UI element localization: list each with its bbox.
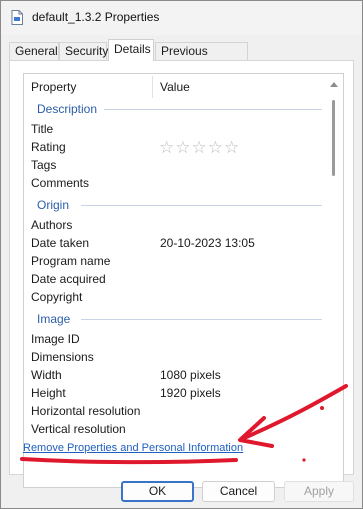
file-icon	[11, 10, 23, 25]
property-key: Date acquired	[31, 272, 106, 286]
property-row[interactable]: Width 1080 pixels	[24, 366, 324, 384]
ok-button[interactable]: OK	[121, 481, 194, 502]
list-header: Property Value	[24, 74, 324, 100]
property-row[interactable]: Tags	[24, 156, 324, 174]
tab-security[interactable]: Security	[59, 42, 108, 60]
column-header-value[interactable]: Value	[160, 80, 190, 94]
apply-button[interactable]: Apply	[284, 481, 354, 502]
property-key: Copyright	[31, 290, 83, 304]
property-row[interactable]: Dimensions	[24, 348, 324, 366]
column-header-property[interactable]: Property	[31, 80, 76, 94]
property-row[interactable]: Vertical resolution	[24, 420, 324, 438]
property-row[interactable]: Authors	[24, 216, 324, 234]
group-label-image: Image	[37, 312, 71, 326]
scroll-up-arrow-icon[interactable]	[330, 82, 338, 87]
property-row[interactable]: Date taken 20-10-2023 13:05	[24, 234, 324, 252]
property-key: Tags	[31, 158, 57, 172]
property-key: Title	[31, 122, 54, 136]
details-panel: Property Value Description Title Rating …	[9, 60, 354, 488]
property-row[interactable]: Horizontal resolution	[24, 402, 324, 420]
property-row[interactable]: Title	[24, 120, 324, 138]
property-row[interactable]: Image ID	[24, 330, 324, 348]
property-key: Date taken	[31, 236, 90, 250]
property-row[interactable]: Date acquired	[24, 270, 324, 288]
property-key: Image ID	[31, 332, 80, 346]
group-divider	[81, 205, 322, 206]
property-key: Program name	[31, 254, 111, 268]
tab-details[interactable]: Details	[108, 39, 154, 61]
property-key: Dimensions	[31, 350, 94, 364]
remove-properties-link[interactable]: Remove Properties and Personal Informati…	[23, 442, 243, 454]
group-label-origin: Origin	[37, 198, 70, 212]
group-divider	[81, 319, 322, 320]
property-value: 1080 pixels	[160, 368, 221, 382]
property-value: 1920 pixels	[160, 386, 221, 400]
property-key: Horizontal resolution	[31, 404, 141, 418]
rating-stars[interactable]: ☆☆☆☆☆	[159, 138, 240, 158]
column-divider[interactable]	[152, 76, 153, 98]
properties-list[interactable]: Property Value Description Title Rating …	[23, 73, 344, 488]
tab-general[interactable]: General	[9, 42, 59, 60]
property-row[interactable]: Program name	[24, 252, 324, 270]
property-row[interactable]: Rating ☆☆☆☆☆	[24, 138, 324, 158]
property-row[interactable]: Comments	[24, 174, 324, 192]
window-title: default_1.3.2 Properties	[32, 10, 160, 24]
property-key: Height	[31, 386, 66, 400]
property-key: Vertical resolution	[31, 422, 126, 436]
property-row[interactable]: Copyright	[24, 288, 324, 306]
property-key: Width	[31, 368, 62, 382]
tab-previous-versions[interactable]: Previous Versions	[155, 42, 248, 74]
property-value: 20-10-2023 13:05	[160, 236, 255, 250]
tab-strip: General Security Details Previous Versio…	[9, 39, 349, 74]
properties-window: default_1.3.2 Properties General Securit…	[0, 0, 363, 509]
title-bar[interactable]: default_1.3.2 Properties	[1, 1, 362, 35]
cancel-button[interactable]: Cancel	[202, 481, 275, 502]
scrollbar-thumb[interactable]	[332, 100, 335, 176]
group-divider	[104, 109, 322, 110]
property-key: Comments	[31, 176, 90, 190]
vertical-scrollbar[interactable]	[326, 75, 342, 487]
property-key: Rating	[31, 140, 66, 154]
property-row[interactable]: Height 1920 pixels	[24, 384, 324, 402]
property-key: Authors	[31, 218, 73, 232]
group-label-description: Description	[37, 102, 98, 116]
